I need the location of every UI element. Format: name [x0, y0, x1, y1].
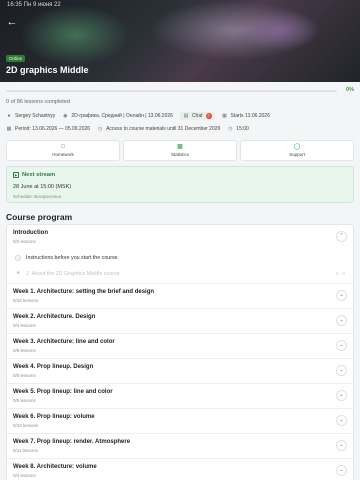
support-icon: ◯ — [293, 144, 301, 150]
course-meta-row-2: ▦ Period: 13.06.2026 — 05.09.2026 ◷ Acce… — [6, 124, 256, 134]
format-badge: Online — [6, 55, 26, 62]
lesson-time: ◷ 15:00 — [227, 126, 249, 132]
chevron-down-icon[interactable]: ⌄ — [336, 465, 347, 476]
author[interactable]: ● Sergey Schastnyy — [6, 113, 55, 119]
module-lesson-count: 0/5 lessons — [13, 373, 36, 378]
module-title: Week 8. Architecture: volume — [13, 464, 97, 470]
back-arrow-icon[interactable]: ← — [5, 15, 19, 29]
period-text: Period: 13.06.2026 — 05.09.2026 — [15, 126, 91, 132]
lesson-item-locked: ■ 2. About the 2D Graphics Middle course… — [7, 266, 353, 284]
lock-icon: ■ — [16, 270, 20, 276]
status-bar-time: 16:35 Пн 9 июня 22 — [7, 2, 61, 8]
module-lesson-count: 0/2 lessons — [13, 239, 36, 244]
next-stream-card: ▶ Next stream 28 June at 15:00 (MSK) Sch… — [6, 166, 354, 203]
module-row[interactable]: Week 7. Prop lineup: render. Atmosphere 0… — [7, 434, 353, 459]
lesson-title: 2. About the 2D Graphics Middle course — [26, 271, 120, 277]
play-icon: • — [15, 255, 21, 261]
lesson-title: Instructions before you start the course — [26, 255, 118, 261]
lesson-time-text: 15:00 — [236, 126, 249, 132]
module-lesson-count: 0/11 lessons — [13, 448, 38, 453]
course-program-title: Course program — [6, 212, 73, 222]
group-icon: ◉ — [63, 113, 68, 119]
chevron-down-icon[interactable]: ⌄ — [336, 390, 347, 401]
module-row[interactable]: Week 2. Architecture. Design 0/4 lessons ⌄ — [7, 309, 353, 334]
course-title: 2D graphics Middle — [6, 65, 89, 75]
course-program-list: Introduction 0/2 lessons ⌃ • Instruction… — [6, 224, 354, 480]
author-name: Sergey Schastnyy — [15, 113, 56, 119]
chevron-down-icon[interactable]: ⌄ — [336, 415, 347, 426]
progress-percent: 0% — [346, 87, 354, 93]
homework-icon: □ — [61, 144, 65, 150]
chevron-down-icon[interactable]: ⌄ — [336, 315, 347, 326]
module-row[interactable]: Week 6. Prop lineup: volume 0/10 lessons ⌄ — [7, 409, 353, 434]
chat-button[interactable]: ▤ Chat 2 — [179, 112, 215, 120]
chevron-down-icon[interactable]: ⌄ — [336, 440, 347, 451]
period: ▦ Period: 13.06.2026 — 05.09.2026 — [6, 126, 90, 132]
module-title: Week 1. Architecture: setting the brief … — [13, 289, 155, 295]
module-title: Week 4. Prop lineup. Design — [13, 364, 94, 370]
module-lesson-count: 0/10 lessons — [13, 423, 39, 428]
calendar-icon: ▦ — [222, 113, 227, 119]
module-row[interactable]: Week 8. Architecture: volume 0/4 lessons ⌄ — [7, 459, 353, 480]
next-stream-heading: ▶ Next stream — [13, 172, 55, 178]
chevron-down-icon[interactable]: ⌄ — [336, 365, 347, 376]
module-row[interactable]: Week 5. Prop lineup: line and color 0/5 l… — [7, 384, 353, 409]
lessons-completed: 0 of 86 lessons completed — [6, 99, 70, 105]
chat-icon: ▤ — [183, 113, 189, 119]
module-title: Week 3. Architecture: line and color — [13, 339, 115, 345]
course-meta-row: ● Sergey Schastnyy ◉ 2D-графика. Средний… — [6, 111, 277, 121]
hero-artwork-glow — [20, 5, 130, 65]
clock-icon: ◷ — [97, 126, 103, 132]
statistics-icon: ▩ — [177, 144, 183, 150]
tab-label: Statistics — [170, 152, 189, 157]
chevron-up-icon[interactable]: ⌃ — [336, 231, 347, 242]
calendar-icon: ▦ — [6, 126, 12, 132]
lesson-item[interactable]: • Instructions before you start the cour… — [7, 250, 353, 266]
chat-unread-badge: 2 — [205, 113, 212, 119]
user-icon: ● — [7, 113, 11, 119]
module-row[interactable]: Week 3. Architecture: line and color 0/8 … — [7, 334, 353, 359]
tab-homework[interactable]: □ Homework — [6, 140, 120, 161]
module-title: Week 7. Prop lineup: render. Atmosphere — [13, 439, 131, 445]
access-info: ◷ Access to course materials until 31 De… — [97, 126, 220, 132]
module-row[interactable]: Week 4. Prop lineup. Design 0/5 lessons ⌄ — [7, 359, 353, 384]
tab-statistics[interactable]: ▩ Statistics — [123, 140, 237, 161]
module-title: Week 6. Prop lineup: volume — [13, 414, 95, 420]
module-row[interactable]: Week 1. Architecture: setting the brief … — [7, 284, 353, 309]
module-lesson-count: 0/5 lessons — [13, 398, 36, 403]
start-date: ▦ Starts 13.06.2026 — [222, 113, 270, 119]
module-title: Week 5. Prop lineup: line and color — [13, 389, 113, 395]
progress-track — [6, 90, 337, 92]
module-lesson-count: 0/15 lessons — [13, 298, 39, 303]
chevron-down-icon[interactable]: ⌄ — [336, 340, 347, 351]
module-title: Introduction — [13, 230, 48, 236]
next-stream-schedule: Schedule: Воскресенье — [13, 194, 62, 199]
group-name: 2D-графика. Средний | Онлайн | 13.06.202… — [71, 113, 173, 119]
tab-label: Homework — [52, 152, 74, 157]
tab-label: Support — [289, 152, 305, 157]
module-title: Week 2. Architecture. Design — [13, 314, 96, 320]
module-lesson-count: 0/8 lessons — [13, 348, 36, 353]
chat-label: Chat — [191, 113, 203, 119]
access-text: Access to course materials until 31 Dece… — [106, 126, 221, 132]
module-lesson-count: 0/4 lessons — [13, 473, 36, 478]
next-stream-title: Next stream — [22, 172, 56, 178]
course-progress: 0% — [6, 87, 354, 94]
start-date-text: Starts 13.06.2026 — [230, 113, 270, 119]
tab-support[interactable]: ◯ Support — [240, 140, 354, 161]
next-stream-time: 28 June at 15:00 (MSK) — [13, 184, 72, 190]
chevron-down-icon[interactable]: ⌄ — [336, 290, 347, 301]
lesson-stats: 0 · 0 — [335, 271, 345, 276]
course-tabs: □ Homework ▩ Statistics ◯ Support — [6, 140, 354, 161]
clock-icon: ◷ — [228, 126, 233, 132]
module-lesson-count: 0/4 lessons — [13, 323, 36, 328]
group-info: ◉ 2D-графика. Средний | Онлайн | 13.06.2… — [62, 113, 173, 119]
module-introduction[interactable]: Introduction 0/2 lessons ⌃ — [7, 225, 353, 250]
hero-artwork-glow — [240, 10, 320, 50]
course-hero-banner: 16:35 Пн 9 июня 22 ← Online 2D graphics … — [0, 0, 360, 82]
video-icon: ▶ — [13, 172, 19, 178]
